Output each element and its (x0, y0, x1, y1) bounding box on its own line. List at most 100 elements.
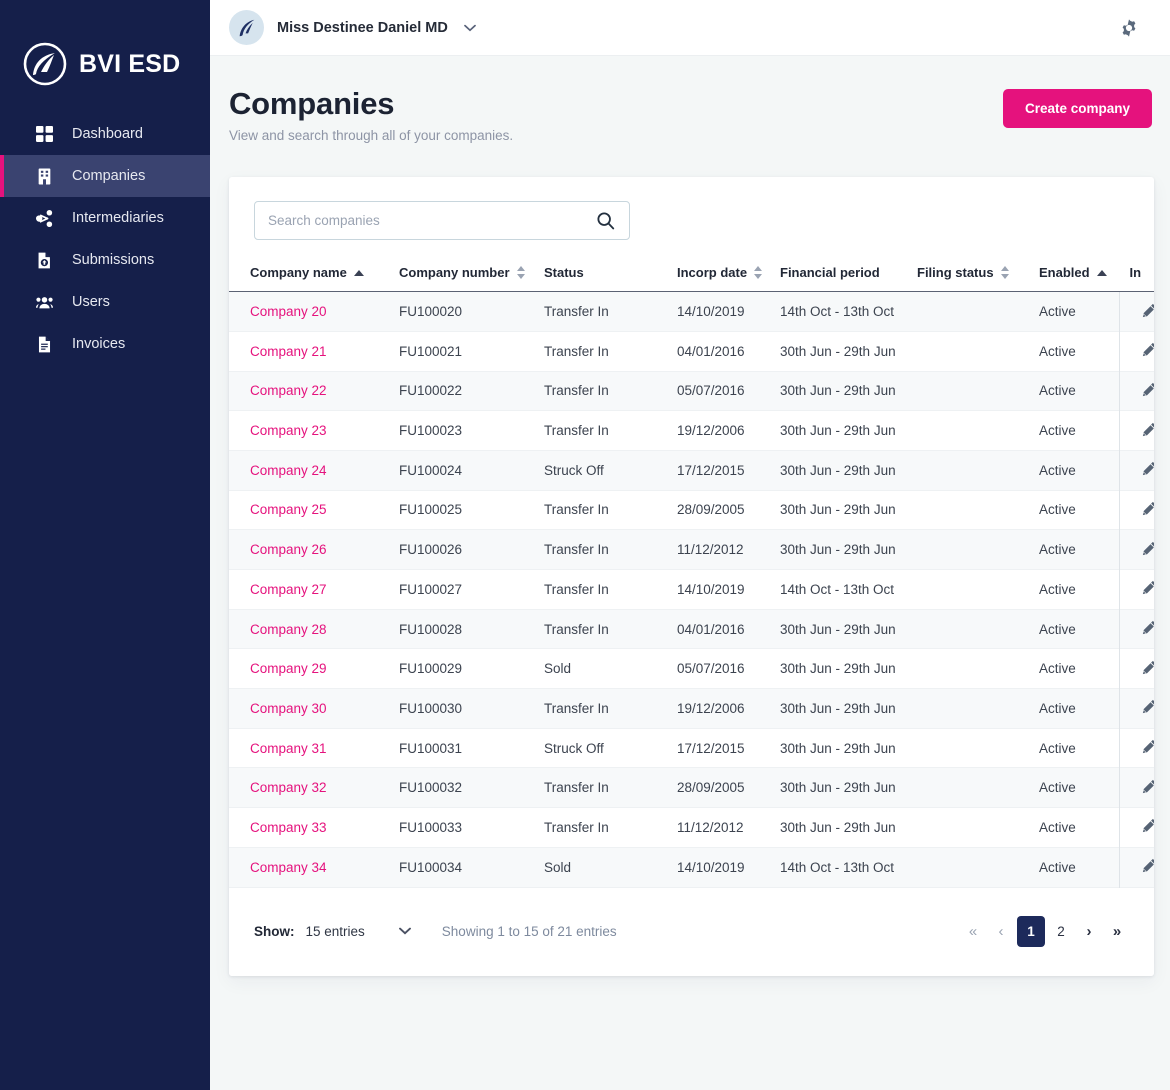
cell-actions[interactable] (1118, 410, 1154, 451)
search-input[interactable] (268, 213, 596, 229)
col-incorp-date[interactable]: Incorp date (677, 265, 780, 293)
sidebar-item-dashboard[interactable]: Dashboard (0, 113, 210, 155)
sidebar-item-intermediaries[interactable]: Intermediaries (0, 197, 210, 239)
pencil-icon[interactable] (1142, 660, 1154, 675)
cell-actions[interactable] (1118, 291, 1154, 332)
table-row[interactable]: Company 23 FU100023 Transfer In 19/12/2006 3… (229, 410, 1154, 451)
cell-actions[interactable] (1118, 529, 1154, 570)
cell-company-name[interactable]: Company 30 (229, 689, 399, 729)
pagination-prev[interactable]: ‹ (989, 918, 1013, 946)
cell-company-name[interactable]: Company 26 (229, 530, 399, 570)
cell-company-name[interactable]: Company 21 (229, 331, 399, 371)
cell-company-name[interactable]: Company 23 (229, 411, 399, 451)
col-company-name[interactable]: Company name (229, 265, 399, 293)
pencil-icon[interactable] (1142, 620, 1154, 635)
table-row[interactable]: Company 29 FU100029 Sold 05/07/2016 30th Jun… (229, 648, 1154, 689)
cell-actions[interactable] (1118, 609, 1154, 649)
cell-actions[interactable] (1118, 807, 1154, 848)
cell-actions[interactable] (1118, 688, 1154, 729)
pencil-icon[interactable] (1142, 342, 1154, 357)
pencil-icon[interactable] (1142, 382, 1154, 397)
company-link[interactable]: Company 24 (250, 463, 327, 478)
table-row[interactable]: Company 27 FU100027 Transfer In 14/10/2019 1… (229, 569, 1154, 610)
cell-company-name[interactable]: Company 20 (229, 292, 399, 332)
company-link[interactable]: Company 32 (250, 780, 327, 795)
create-company-button[interactable]: Create company (1002, 89, 1152, 128)
cell-company-name[interactable]: Company 33 (229, 808, 399, 848)
cell-company-name[interactable]: Company 34 (229, 847, 399, 887)
pencil-icon[interactable] (1142, 461, 1154, 476)
cell-company-name[interactable]: Company 32 (229, 768, 399, 808)
search-box[interactable] (254, 201, 630, 241)
cell-company-name[interactable]: Company 28 (229, 609, 399, 649)
table-row[interactable]: Company 34 FU100034 Sold 14/10/2019 14th Oct… (229, 847, 1154, 887)
pagination-next[interactable]: › (1077, 918, 1101, 946)
cell-actions[interactable] (1118, 767, 1154, 808)
pencil-icon[interactable] (1142, 699, 1154, 714)
pencil-icon[interactable] (1142, 779, 1154, 794)
cell-company-name[interactable]: Company 24 (229, 450, 399, 490)
pencil-icon[interactable] (1142, 858, 1154, 873)
company-link[interactable]: Company 22 (250, 383, 327, 398)
pagination-page-2[interactable]: 2 (1049, 918, 1073, 946)
table-row[interactable]: Company 26 FU100026 Transfer In 11/12/2012 3… (229, 529, 1154, 570)
cell-company-name[interactable]: Company 31 (229, 728, 399, 768)
table-row[interactable]: Company 22 FU100022 Transfer In 05/07/2016 3… (229, 371, 1154, 411)
pencil-icon[interactable] (1142, 739, 1154, 754)
pagination-first[interactable]: « (961, 918, 985, 946)
company-link[interactable]: Company 26 (250, 542, 327, 557)
company-link[interactable]: Company 34 (250, 860, 327, 875)
company-link[interactable]: Company 27 (250, 582, 327, 597)
table-scroll-container[interactable]: Company name Company number Status Incor… (229, 265, 1154, 887)
col-financial-period[interactable]: Financial period (780, 265, 917, 293)
cell-company-name[interactable]: Company 25 (229, 490, 399, 530)
sidebar-item-invoices[interactable]: Invoices (0, 323, 210, 365)
cell-actions[interactable] (1118, 331, 1154, 372)
cell-actions[interactable] (1118, 648, 1154, 689)
entries-per-page-select[interactable]: 15 entries (306, 924, 411, 939)
table-row[interactable]: Company 30 FU100030 Transfer In 19/12/2006 3… (229, 688, 1154, 729)
table-row[interactable]: Company 28 FU100028 Transfer In 04/01/2016 3… (229, 609, 1154, 649)
cell-actions[interactable] (1118, 371, 1154, 411)
company-link[interactable]: Company 30 (250, 701, 327, 716)
cell-company-name[interactable]: Company 22 (229, 371, 399, 411)
pagination-last[interactable]: » (1105, 918, 1129, 946)
table-row[interactable]: Company 31 FU100031 Struck Off 17/12/2015 30… (229, 728, 1154, 768)
company-link[interactable]: Company 28 (250, 622, 327, 637)
pagination-page-1[interactable]: 1 (1017, 916, 1045, 947)
company-link[interactable]: Company 23 (250, 423, 327, 438)
cell-company-name[interactable]: Company 29 (229, 649, 399, 689)
table-row[interactable]: Company 25 FU100025 Transfer In 28/09/2005 3… (229, 490, 1154, 530)
table-row[interactable]: Company 21 FU100021 Transfer In 04/01/2016 3… (229, 331, 1154, 372)
company-link[interactable]: Company 31 (250, 741, 327, 756)
col-status[interactable]: Status (544, 265, 677, 293)
cell-actions[interactable] (1118, 728, 1154, 768)
sidebar-item-companies[interactable]: Companies (0, 155, 210, 197)
gear-icon[interactable] (1116, 15, 1142, 41)
col-actions-truncated[interactable]: In (1119, 265, 1154, 293)
col-company-number[interactable]: Company number (399, 265, 544, 293)
pencil-icon[interactable] (1142, 501, 1154, 516)
table-row[interactable]: Company 20 FU100020 Transfer In 14/10/2019 1… (229, 291, 1154, 332)
company-link[interactable]: Company 29 (250, 661, 327, 676)
cell-actions[interactable] (1118, 569, 1154, 610)
cell-actions[interactable] (1118, 490, 1154, 530)
table-row[interactable]: Company 32 FU100032 Transfer In 28/09/2005 3… (229, 767, 1154, 808)
cell-company-name[interactable]: Company 27 (229, 570, 399, 610)
search-icon[interactable] (596, 211, 615, 230)
pencil-icon[interactable] (1142, 818, 1154, 833)
table-row[interactable]: Company 33 FU100033 Transfer In 11/12/2012 3… (229, 807, 1154, 848)
cell-actions[interactable] (1118, 450, 1154, 491)
sidebar-item-users[interactable]: Users (0, 281, 210, 323)
col-filing-status[interactable]: Filing status (917, 265, 1039, 293)
company-link[interactable]: Company 20 (250, 304, 327, 319)
pencil-icon[interactable] (1142, 422, 1154, 437)
company-link[interactable]: Company 33 (250, 820, 327, 835)
company-link[interactable]: Company 25 (250, 502, 327, 517)
pencil-icon[interactable] (1142, 303, 1154, 318)
cell-actions[interactable] (1118, 847, 1154, 887)
pencil-icon[interactable] (1142, 541, 1154, 556)
company-link[interactable]: Company 21 (250, 344, 327, 359)
brand[interactable]: BVI ESD (0, 0, 210, 100)
table-row[interactable]: Company 24 FU100024 Struck Off 17/12/2015 30… (229, 450, 1154, 491)
